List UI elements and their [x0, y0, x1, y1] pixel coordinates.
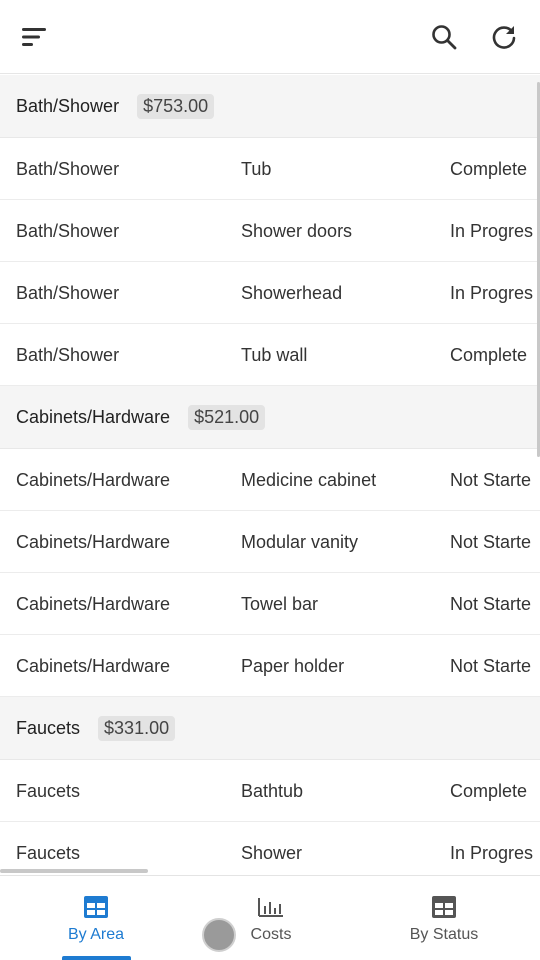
row-item: Modular vanity — [241, 532, 359, 552]
row-status: Not Starte — [450, 470, 532, 490]
row-item: Bathtub — [241, 781, 304, 801]
row-area: Bath/Shower — [16, 283, 120, 303]
row-item: Tub wall — [241, 345, 308, 365]
row-area: Bath/Shower — [16, 345, 120, 365]
nav-by-area[interactable]: By Area — [46, 876, 146, 960]
row-item: Towel bar — [241, 594, 319, 614]
table-icon — [84, 896, 108, 918]
row-item: Showerhead — [241, 283, 343, 303]
refresh-button[interactable] — [484, 17, 524, 57]
row-status: In Progres — [450, 221, 534, 241]
table-row[interactable]: Cabinets/Hardware Paper holder Not Start… — [0, 635, 540, 697]
menu-button[interactable] — [14, 17, 54, 57]
search-button[interactable] — [424, 17, 464, 57]
table-row[interactable]: Cabinets/Hardware Modular vanity Not Sta… — [0, 511, 540, 573]
row-status: Complete — [450, 345, 528, 365]
group-header[interactable]: Faucets $331.00 — [0, 697, 540, 760]
nav-by-status[interactable]: By Status — [394, 876, 494, 960]
group-name: Cabinets/Hardware — [16, 406, 171, 427]
horizontal-scrollbar[interactable] — [0, 869, 148, 873]
row-status: Complete — [450, 781, 528, 801]
group-total-badge: $753.00 — [137, 93, 215, 119]
row-status: Not Starte — [450, 594, 532, 614]
group-name: Bath/Shower — [16, 95, 120, 116]
row-status: In Progres — [450, 843, 534, 863]
row-item: Medicine cabinet — [241, 470, 377, 490]
row-item: Tub — [241, 159, 272, 179]
table-row[interactable]: Cabinets/Hardware Towel bar Not Starte — [0, 573, 540, 635]
table-row[interactable]: Bath/Shower Showerhead In Progres — [0, 262, 540, 324]
group-total-badge: $521.00 — [188, 404, 266, 430]
row-area: Cabinets/Hardware — [16, 532, 171, 552]
row-area: Cabinets/Hardware — [16, 656, 171, 676]
group-total-badge: $331.00 — [98, 715, 176, 741]
row-area: Faucets — [16, 781, 81, 801]
row-area: Bath/Shower — [16, 159, 120, 179]
row-area: Faucets — [16, 843, 81, 863]
nav-label: By Area — [67, 926, 125, 943]
table-icon — [432, 896, 456, 918]
top-app-bar — [0, 0, 540, 74]
row-item: Shower — [241, 843, 303, 863]
refresh-icon — [492, 26, 516, 49]
row-area: Bath/Shower — [16, 221, 120, 241]
row-status: Not Starte — [450, 532, 532, 552]
active-tab-indicator — [62, 956, 131, 960]
row-status: In Progres — [450, 283, 534, 303]
table-row[interactable]: Bath/Shower Tub Complete — [0, 138, 540, 200]
table-row[interactable]: Cabinets/Hardware Medicine cabinet Not S… — [0, 449, 540, 511]
touch-cursor — [202, 918, 236, 952]
nav-label: Costs — [250, 926, 292, 943]
nav-label: By Status — [409, 926, 479, 943]
search-icon — [432, 25, 457, 50]
items-list[interactable]: Bath/Shower $753.00 Bath/Shower Tub Comp… — [0, 75, 540, 875]
table-row[interactable]: Bath/Shower Tub wall Complete — [0, 324, 540, 386]
bottom-navigation: By Area Costs By Status — [0, 875, 540, 960]
row-area: Cabinets/Hardware — [16, 470, 171, 490]
row-status: Not Starte — [450, 656, 532, 676]
nav-costs[interactable]: Costs — [221, 876, 321, 960]
menu-icon — [22, 28, 46, 46]
row-item: Paper holder — [241, 656, 345, 676]
row-area: Cabinets/Hardware — [16, 594, 171, 614]
row-status: Complete — [450, 159, 528, 179]
group-header[interactable]: Bath/Shower $753.00 — [0, 75, 540, 138]
group-name: Faucets — [16, 717, 81, 738]
table-row[interactable]: Bath/Shower Shower doors In Progres — [0, 200, 540, 262]
table-row[interactable]: Faucets Shower In Progres — [0, 822, 540, 875]
group-header[interactable]: Cabinets/Hardware $521.00 — [0, 386, 540, 449]
row-item: Shower doors — [241, 221, 353, 241]
table-row[interactable]: Faucets Bathtub Complete — [0, 760, 540, 822]
bar-chart-icon — [258, 898, 283, 917]
